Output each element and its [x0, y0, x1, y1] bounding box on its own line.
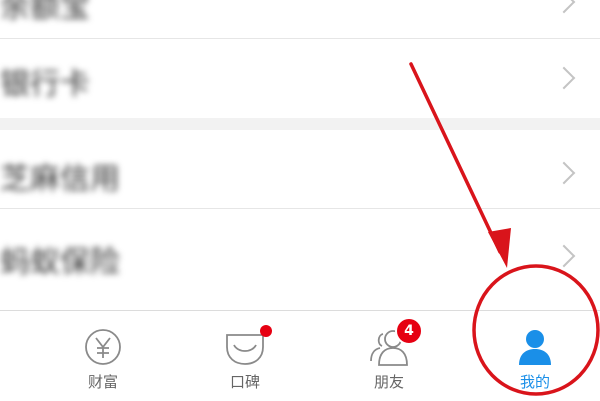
list-item-label: 余额宝: [0, 0, 90, 25]
chevron-right-icon: [552, 66, 576, 90]
notification-count-badge: 4: [395, 317, 423, 345]
list-item-label: 银行卡: [0, 67, 90, 102]
list-item-yuebao[interactable]: 余额宝: [0, 0, 600, 38]
tab-wealth[interactable]: 财富: [28, 311, 178, 401]
tab-label: 我的: [519, 373, 550, 391]
chevron-right-icon: [552, 0, 576, 14]
bottom-tab-bar: 财富 口碑 4 朋友 我的: [0, 310, 600, 400]
tab-label: 口碑: [229, 373, 260, 391]
chevron-right-icon: [552, 161, 576, 185]
section-gap: [0, 118, 600, 130]
tab-label: 财富: [87, 373, 118, 391]
list-item-label: 蚂蚁保险: [0, 245, 120, 280]
notification-dot-badge: [260, 325, 272, 337]
list-item-sesame-credit[interactable]: 芝麻信用: [0, 130, 600, 208]
tab-koubei[interactable]: 口碑: [170, 311, 320, 401]
yen-circle-icon: [85, 329, 121, 365]
tab-friends[interactable]: 4 朋友: [314, 311, 464, 401]
chevron-right-icon: [552, 244, 576, 268]
user-icon: [519, 330, 551, 365]
settings-list: 余额宝 银行卡 芝麻信用 蚂蚁保险: [0, 0, 600, 310]
tab-mine[interactable]: 我的: [460, 311, 600, 401]
list-item-insurance[interactable]: 蚂蚁保险: [0, 209, 600, 301]
tab-label: 朋友: [373, 373, 404, 391]
list-item-label: 芝麻信用: [0, 162, 120, 197]
list-item-bank-card[interactable]: 银行卡: [0, 39, 600, 118]
